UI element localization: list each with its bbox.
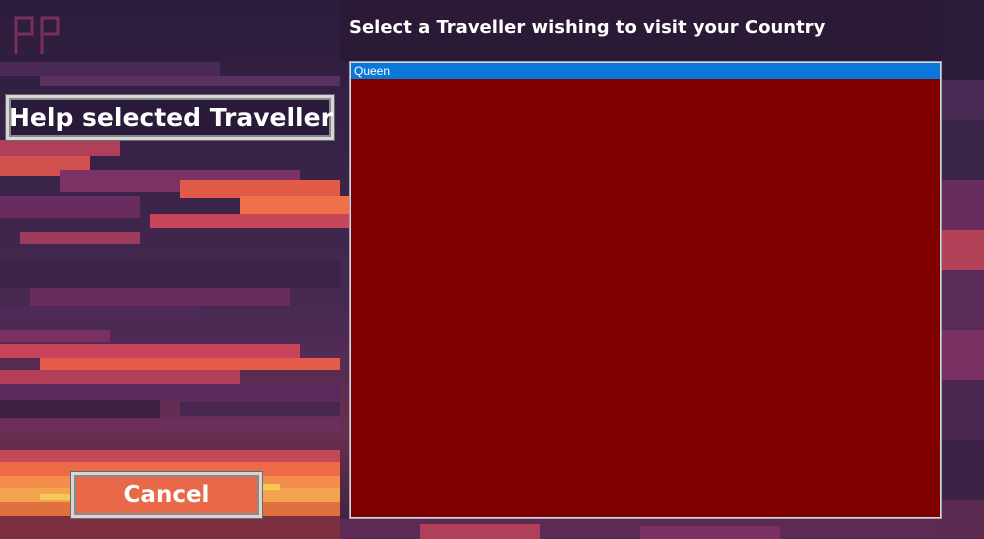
select-traveller-prompt: Select a Traveller wishing to visit your… xyxy=(349,17,826,38)
list-item-traveller[interactable]: Queen xyxy=(351,63,940,79)
help-selected-traveller-button[interactable]: Help selected Traveller xyxy=(5,94,335,141)
game-screen: Select a Traveller wishing to visit your… xyxy=(0,0,984,539)
pp-logo xyxy=(14,16,60,54)
traveller-list[interactable]: Queen xyxy=(349,61,942,519)
cancel-button[interactable]: Cancel xyxy=(70,471,263,519)
